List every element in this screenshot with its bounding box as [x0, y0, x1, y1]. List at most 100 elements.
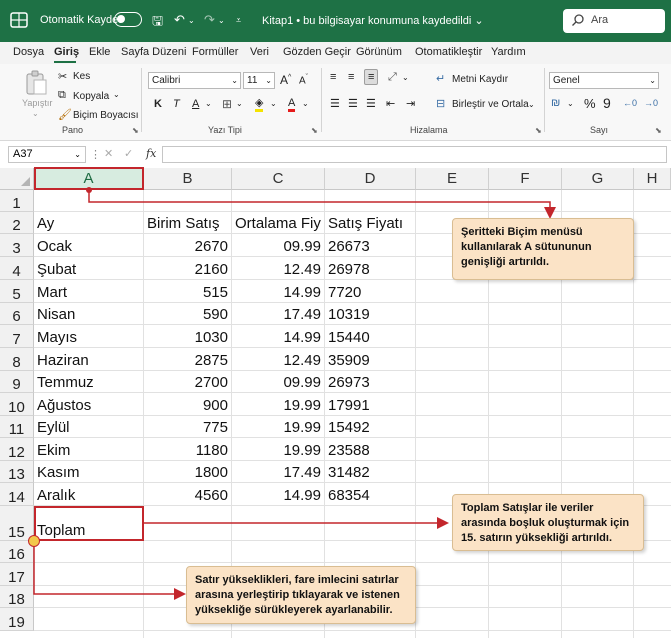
data-cell[interactable]: Temmuz: [37, 374, 140, 393]
data-cell[interactable]: 7720: [328, 284, 412, 303]
data-cell[interactable]: 17.49: [235, 306, 321, 325]
wrap-text-label[interactable]: Metni Kaydır: [452, 74, 508, 85]
undo-icon[interactable]: ↶: [174, 12, 185, 28]
copy-label[interactable]: Kopyala: [73, 91, 109, 102]
data-cell[interactable]: Ağustos: [37, 397, 140, 416]
data-cell[interactable]: Ocak: [37, 238, 140, 257]
redo-dropdown-icon[interactable]: ⌄: [218, 16, 225, 25]
clipboard-launcher-icon[interactable]: ⬊: [132, 126, 139, 135]
align-left-icon[interactable]: ☰: [330, 97, 340, 110]
data-cell[interactable]: 68354: [328, 487, 412, 506]
grow-font-icon[interactable]: A^: [280, 73, 291, 87]
font-launcher-icon[interactable]: ⬊: [311, 126, 318, 135]
data-cell[interactable]: 17.49: [235, 464, 321, 483]
tab-gorunum[interactable]: Görünüm: [356, 46, 402, 58]
header-cell[interactable]: Birim Satış: [147, 215, 228, 234]
row-header-11[interactable]: 11: [0, 416, 34, 438]
data-cell[interactable]: Eylül: [37, 419, 140, 438]
data-cell[interactable]: 590: [147, 306, 228, 325]
row-header-3[interactable]: 3: [0, 234, 34, 257]
row-header-13[interactable]: 13: [0, 461, 34, 483]
data-cell[interactable]: 19.99: [235, 397, 321, 416]
merge-center-label[interactable]: Birleştir ve Ortala: [452, 99, 529, 110]
row-header-7[interactable]: 7: [0, 325, 34, 348]
cancel-icon[interactable]: ✕: [104, 147, 113, 160]
name-box[interactable]: A37 ⌄: [8, 146, 86, 163]
comma-style-button[interactable]: 9: [603, 95, 611, 111]
data-cell[interactable]: 4560: [147, 487, 228, 506]
decrease-indent-icon[interactable]: ⇤: [386, 97, 395, 110]
insert-function-icon[interactable]: fx: [146, 147, 156, 160]
orientation-dropdown-icon[interactable]: ⌄: [402, 73, 409, 82]
align-top-icon[interactable]: ≡: [330, 71, 336, 83]
fill-color-icon[interactable]: ◈: [255, 97, 264, 112]
borders-icon[interactable]: ⊞: [222, 97, 232, 111]
row-header-14[interactable]: 14: [0, 483, 34, 506]
data-cell[interactable]: 2670: [147, 238, 228, 257]
row-header-19[interactable]: 19: [0, 608, 34, 631]
shrink-font-icon[interactable]: Aˇ: [299, 74, 308, 86]
data-cell[interactable]: 31482: [328, 464, 412, 483]
number-format-combo[interactable]: Genel ⌄: [549, 72, 659, 89]
formula-input[interactable]: [162, 146, 667, 163]
tab-formuller[interactable]: Formüller: [192, 46, 238, 58]
merge-dropdown-icon[interactable]: ⌄: [528, 100, 535, 109]
underline-button[interactable]: A: [192, 98, 199, 110]
align-middle-icon[interactable]: ≡: [348, 71, 354, 83]
data-cell[interactable]: Mart: [37, 284, 140, 303]
data-cell[interactable]: Nisan: [37, 306, 140, 325]
increase-decimal-icon[interactable]: ←0: [623, 98, 637, 108]
number-launcher-icon[interactable]: ⬊: [655, 126, 662, 135]
cut-icon[interactable]: ✂: [58, 70, 67, 83]
tab-dosya[interactable]: Dosya: [13, 46, 44, 58]
data-cell[interactable]: 10319: [328, 306, 412, 325]
align-center-icon[interactable]: ☰: [348, 97, 358, 110]
data-cell[interactable]: Mayıs: [37, 329, 140, 348]
tab-sayfa-duzeni[interactable]: Sayfa Düzeni: [121, 46, 186, 58]
row-header-12[interactable]: 12: [0, 438, 34, 461]
row-header-4[interactable]: 4: [0, 257, 34, 280]
search-box[interactable]: Ara: [563, 9, 665, 33]
data-cell[interactable]: 19.99: [235, 442, 321, 461]
row-header-10[interactable]: 10: [0, 393, 34, 416]
data-cell[interactable]: 14.99: [235, 487, 321, 506]
data-cell[interactable]: 12.49: [235, 352, 321, 371]
tab-giris[interactable]: Giriş: [54, 46, 79, 58]
data-cell[interactable]: Haziran: [37, 352, 140, 371]
data-cell[interactable]: 26973: [328, 374, 412, 393]
tab-otomatiklestir[interactable]: Otomatikleştir: [415, 46, 482, 58]
align-right-icon[interactable]: ☰: [366, 97, 376, 110]
paste-label[interactable]: Yapıştır: [22, 98, 52, 108]
tab-gozden-gecir[interactable]: Gözden Geçir: [283, 46, 351, 58]
data-cell[interactable]: 775: [147, 419, 228, 438]
paste-dropdown-icon[interactable]: ⌄: [32, 109, 39, 118]
column-header-g[interactable]: G: [562, 168, 634, 190]
underline-dropdown-icon[interactable]: ⌄: [205, 99, 212, 108]
data-cell[interactable]: Kasım: [37, 464, 140, 483]
decrease-decimal-icon[interactable]: →0: [644, 98, 658, 108]
column-header-c[interactable]: C: [232, 168, 325, 190]
accounting-format-icon[interactable]: ₪: [551, 97, 560, 109]
cut-label[interactable]: Kes: [73, 71, 90, 82]
customize-toolbar-icon[interactable]: ⩡: [236, 15, 241, 26]
data-cell[interactable]: 515: [147, 284, 228, 303]
data-cell[interactable]: 17991: [328, 397, 412, 416]
font-size-combo[interactable]: 11 ⌄: [243, 72, 275, 89]
data-cell[interactable]: 15440: [328, 329, 412, 348]
alignment-launcher-icon[interactable]: ⬊: [535, 126, 542, 135]
document-title[interactable]: Kitap1 • bu bilgisayar konumuna kaydedil…: [262, 14, 484, 27]
italic-button[interactable]: T: [173, 98, 180, 110]
percent-button[interactable]: %: [584, 96, 596, 111]
data-cell[interactable]: 26978: [328, 261, 412, 280]
row-header-8[interactable]: 8: [0, 348, 34, 371]
column-header-f[interactable]: F: [489, 168, 562, 190]
row-header-1[interactable]: 1: [0, 190, 34, 212]
row-header-17[interactable]: 17: [0, 563, 34, 586]
data-cell[interactable]: 14.99: [235, 284, 321, 303]
fill-color-dropdown-icon[interactable]: ⌄: [270, 99, 277, 108]
increase-indent-icon[interactable]: ⇥: [406, 97, 415, 110]
data-cell[interactable]: 23588: [328, 442, 412, 461]
data-cell[interactable]: 12.49: [235, 261, 321, 280]
header-cell[interactable]: Ortalama Fiyat: [235, 215, 321, 234]
tab-ekle[interactable]: Ekle: [89, 46, 110, 58]
